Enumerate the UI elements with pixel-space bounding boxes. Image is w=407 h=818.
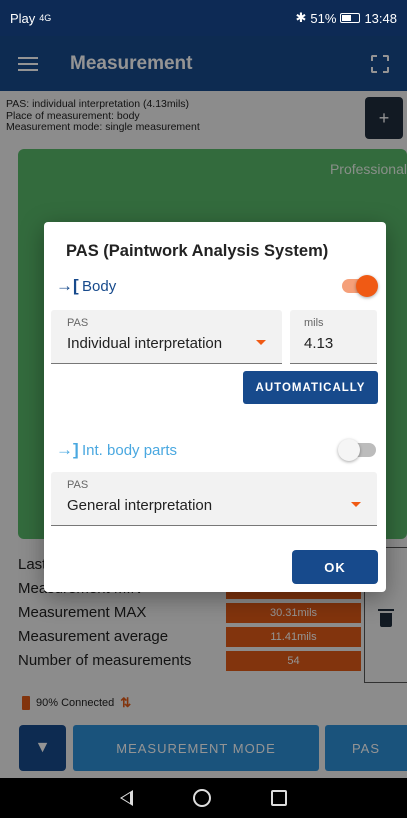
field-value: 4.13 [304, 335, 334, 352]
body-pas-select[interactable]: PAS Individual interpretation [51, 310, 282, 364]
recent-icon[interactable] [271, 790, 287, 806]
int-toggle[interactable] [338, 439, 376, 461]
field-label: mils [304, 317, 324, 329]
ok-button[interactable]: OK [292, 550, 378, 584]
clock: 13:48 [364, 10, 397, 26]
mils-field[interactable]: mils 4.13 [290, 310, 377, 364]
field-value: General interpretation [67, 497, 213, 514]
system-nav-bar [0, 778, 407, 818]
signal-icon: 4G [39, 13, 52, 23]
body-toggle[interactable] [342, 275, 378, 297]
field-value: Individual interpretation [67, 335, 223, 352]
body-section-label: Body [82, 277, 117, 295]
chevron-down-icon [256, 340, 266, 345]
home-icon[interactable] [193, 789, 211, 807]
carrier-label: Play [10, 10, 36, 26]
automatically-button[interactable]: AUTOMATICALLY [243, 371, 378, 404]
body-section-header: →[ Body [56, 274, 378, 298]
chevron-down-icon [351, 502, 361, 507]
pas-dialog: PAS (Paintwork Analysis System) →[ Body … [44, 222, 386, 592]
dialog-title: PAS (Paintwork Analysis System) [66, 242, 329, 260]
status-left: Play 4G [10, 11, 51, 26]
status-bar: Play 4G ✱ 51% 13:48 [0, 0, 407, 36]
battery-icon [340, 13, 361, 23]
field-label: PAS [67, 479, 89, 491]
arrow-bracket-icon: →[ [56, 276, 79, 295]
arrow-bracket-icon: →] [56, 440, 79, 459]
int-section-label: Int. body parts [82, 441, 178, 459]
status-right: ✱ 51% 13:48 [296, 10, 397, 26]
int-pas-select[interactable]: PAS General interpretation [51, 472, 377, 526]
back-icon[interactable] [120, 790, 133, 806]
battery-percent: 51% [310, 10, 337, 26]
field-label: PAS [67, 317, 89, 329]
int-section-header: →] Int. body parts [56, 438, 376, 462]
bluetooth-icon: ✱ [295, 10, 307, 25]
